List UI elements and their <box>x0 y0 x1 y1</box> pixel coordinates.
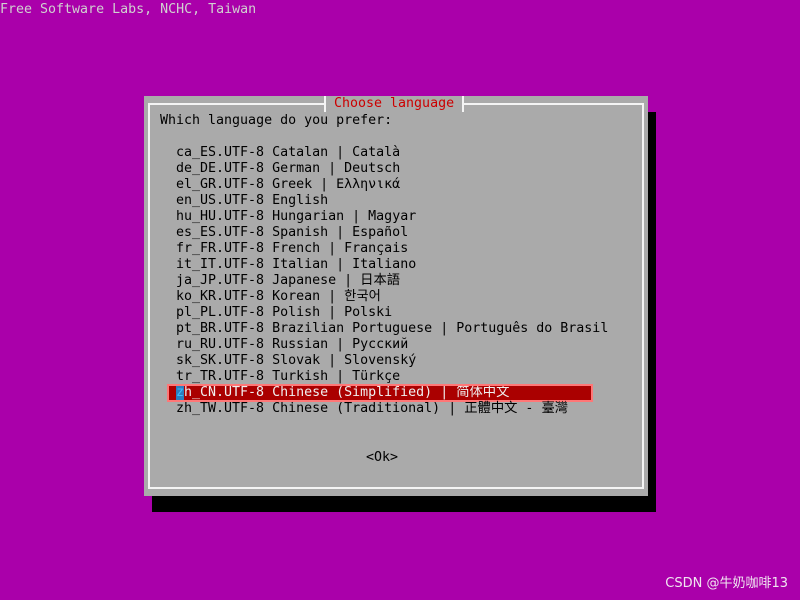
separator: | <box>328 337 353 352</box>
language-option[interactable]: en_US.UTF-8 English <box>168 193 592 209</box>
language-code: fr_FR.UTF-8 <box>176 241 265 256</box>
screen-title: Free Software Labs, NCHC, Taiwan <box>0 2 257 17</box>
language-option[interactable]: pt_BR.UTF-8 Brazilian Portuguese | Portu… <box>168 321 608 337</box>
language-code: zh_TW.UTF-8 <box>176 401 265 416</box>
language-native-name: Русский <box>352 337 409 352</box>
language-code: de_DE.UTF-8 <box>176 161 265 176</box>
language-english-name: Polish <box>272 305 321 320</box>
language-option[interactable]: ru_RU.UTF-8 Russian | Русский <box>168 337 592 353</box>
language-code: ru_RU.UTF-8 <box>176 337 265 352</box>
language-code: ko_KR.UTF-8 <box>176 289 265 304</box>
separator: | <box>320 353 345 368</box>
separator: | <box>440 401 465 416</box>
language-code: es_ES.UTF-8 <box>176 225 265 240</box>
language-native-name: Français <box>344 241 409 256</box>
language-native-name: Português do Brasil <box>456 321 609 336</box>
language-english-name: Chinese (Simplified) <box>272 385 433 400</box>
separator: | <box>320 161 345 176</box>
language-native-name: Italiano <box>352 257 417 272</box>
language-option[interactable]: tr_TR.UTF-8 Turkish | Türkçe <box>168 369 592 385</box>
language-code: ja_JP.UTF-8 <box>176 273 265 288</box>
language-code: sk_SK.UTF-8 <box>176 353 265 368</box>
language-native-name: Slovenský <box>344 353 417 368</box>
language-english-name: Hungarian <box>272 209 345 224</box>
language-code: el_GR.UTF-8 <box>176 177 265 192</box>
language-option[interactable]: hu_HU.UTF-8 Hungarian | Magyar <box>168 209 592 225</box>
language-code: tr_TR.UTF-8 <box>176 369 265 384</box>
language-option[interactable]: es_ES.UTF-8 Spanish | Español <box>168 225 592 241</box>
language-english-name: Brazilian Portuguese <box>272 321 433 336</box>
language-english-name: Russian <box>272 337 329 352</box>
language-code: en_US.UTF-8 <box>176 193 265 208</box>
language-list[interactable]: ca_ES.UTF-8 Catalan | Català de_DE.UTF-8 … <box>167 145 608 417</box>
language-english-name: Slovak <box>272 353 321 368</box>
separator: | <box>320 241 345 256</box>
language-code: hu_HU.UTF-8 <box>176 209 265 224</box>
language-english-name: Catalan <box>272 145 329 160</box>
separator: | <box>312 177 337 192</box>
language-english-name: Spanish <box>272 225 329 240</box>
language-native-name: 日本語 <box>360 273 401 288</box>
language-option[interactable]: ja_JP.UTF-8 Japanese | 日本語 <box>168 273 592 289</box>
separator: | <box>432 385 457 400</box>
language-option[interactable]: ko_KR.UTF-8 Korean | 한국어 <box>168 289 592 305</box>
separator: | <box>328 145 353 160</box>
language-code: pl_PL.UTF-8 <box>176 305 265 320</box>
language-native-name: 한국어 <box>344 289 381 304</box>
separator: | <box>336 273 361 288</box>
language-option[interactable]: pl_PL.UTF-8 Polish | Polski <box>168 305 592 321</box>
language-option[interactable]: de_DE.UTF-8 German | Deutsch <box>168 161 592 177</box>
separator: | <box>328 257 353 272</box>
separator: | <box>432 321 457 336</box>
terminal-screen: Free Software Labs, NCHC, Taiwan Choose … <box>0 0 800 600</box>
language-native-name: Ελληνικά <box>336 177 401 192</box>
separator: | <box>344 209 369 224</box>
language-english-name: Turkish <box>272 369 329 384</box>
choose-language-dialog: Choose language Which language do you pr… <box>144 96 648 496</box>
language-option[interactable]: ca_ES.UTF-8 Catalan | Català <box>168 145 592 161</box>
language-native-name: Magyar <box>368 209 417 224</box>
separator: | <box>320 289 345 304</box>
language-code: pt_BR.UTF-8 <box>176 321 265 336</box>
language-option[interactable]: sk_SK.UTF-8 Slovak | Slovenský <box>168 353 592 369</box>
language-native-name: Polski <box>344 305 393 320</box>
language-option[interactable]: zh_TW.UTF-8 Chinese (Traditional) | 正體中文… <box>168 401 592 417</box>
text-cursor <box>176 386 184 400</box>
language-code: zh_CN.UTF-8 <box>176 385 265 400</box>
language-english-name: Italian <box>272 257 329 272</box>
language-option[interactable]: fr_FR.UTF-8 French | Français <box>168 241 592 257</box>
language-english-name: Korean <box>272 289 321 304</box>
language-option[interactable]: it_IT.UTF-8 Italian | Italiano <box>168 257 592 273</box>
language-native-name: Español <box>352 225 409 240</box>
language-code: it_IT.UTF-8 <box>176 257 265 272</box>
language-native-name: 简体中文 <box>456 385 510 400</box>
separator: | <box>328 225 353 240</box>
dialog-prompt: Which language do you prefer: <box>160 113 393 128</box>
language-native-name: Deutsch <box>344 161 401 176</box>
language-code: ca_ES.UTF-8 <box>176 145 265 160</box>
language-english-name: Japanese <box>272 273 337 288</box>
language-english-name: English <box>272 193 329 208</box>
ok-button[interactable]: <Ok> <box>366 449 398 465</box>
language-native-name: Català <box>352 145 401 160</box>
language-english-name: German <box>272 161 321 176</box>
dialog-title: Choose language <box>324 96 465 112</box>
language-option[interactable]: zh_CN.UTF-8 Chinese (Simplified) | 简体中文 <box>167 384 593 402</box>
language-option[interactable]: el_GR.UTF-8 Greek | Ελληνικά <box>168 177 592 193</box>
separator: | <box>328 369 353 384</box>
language-english-name: French <box>272 241 321 256</box>
language-english-name: Chinese (Traditional) <box>272 401 441 416</box>
language-native-name: Türkçe <box>352 369 401 384</box>
separator: | <box>320 305 345 320</box>
language-english-name: Greek <box>272 177 313 192</box>
language-native-name: 正體中文 - 臺灣 <box>464 401 569 416</box>
csdn-watermark: CSDN @牛奶咖啡13 <box>665 576 788 591</box>
